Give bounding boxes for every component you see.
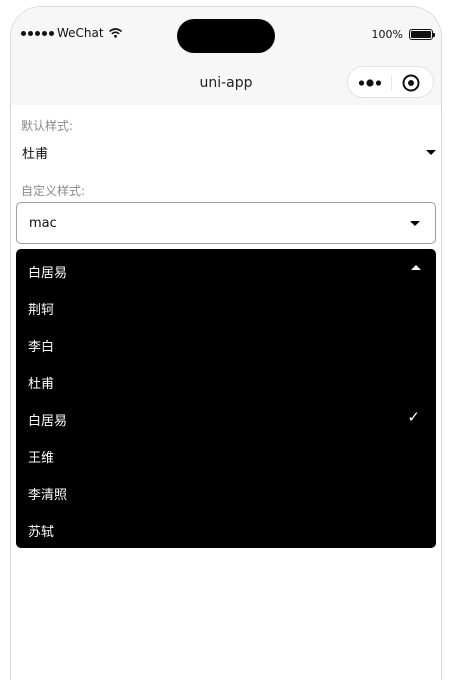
dropdown-option-selected[interactable]: 白居易 ✓	[16, 400, 436, 436]
wifi-icon	[108, 28, 122, 38]
carrier-info: WeChat	[21, 26, 122, 40]
carrier-name: WeChat	[57, 26, 104, 40]
option-label: 白居易	[28, 414, 68, 429]
default-style-label: 默认样式:	[21, 119, 74, 133]
custom-dropdown-panel: 白居易 荆轲 李白 杜甫 白居易 ✓ 王维 李清照 苏轼	[16, 249, 436, 548]
option-label: 苏轼	[28, 525, 55, 540]
close-miniprogram-icon[interactable]	[402, 74, 420, 92]
status-bar: WeChat 100%	[11, 7, 441, 62]
more-icon[interactable]	[358, 77, 382, 89]
default-select-value: 杜甫	[22, 147, 49, 162]
option-label: 荆轲	[28, 303, 55, 318]
custom-select-value: mac	[29, 216, 57, 231]
signal-icon	[21, 30, 54, 36]
dropdown-option[interactable]: 荆轲	[16, 289, 436, 325]
chevron-down-icon	[410, 221, 420, 226]
chevron-down-icon	[426, 150, 436, 155]
option-label: 王维	[28, 451, 55, 466]
dynamic-island	[177, 19, 275, 53]
custom-style-label: 自定义样式:	[21, 184, 86, 198]
dropdown-option[interactable]: 苏轼	[16, 511, 436, 547]
dropdown-option[interactable]: 杜甫	[16, 363, 436, 399]
capsule-divider	[391, 75, 392, 91]
menu-capsule	[347, 66, 434, 98]
navigation-bar: uni-app	[11, 62, 441, 105]
phone-screen: WeChat 100% uni-app 默认样式: 杜甫 自定义样式: mac …	[11, 7, 441, 680]
custom-select[interactable]: mac	[16, 202, 436, 244]
dropdown-header[interactable]: 白居易	[16, 249, 436, 287]
default-select[interactable]: 杜甫	[21, 140, 436, 164]
option-label: 李清照	[28, 488, 68, 503]
option-label: 杜甫	[28, 377, 55, 392]
option-label: 李白	[28, 340, 55, 355]
battery-icon	[409, 29, 435, 40]
dropdown-option[interactable]: 李白	[16, 326, 436, 362]
battery-percent: 100%	[371, 28, 403, 41]
checkmark-icon: ✓	[407, 408, 420, 426]
dropdown-header-value: 白居易	[28, 266, 68, 281]
chevron-up-icon	[411, 265, 421, 270]
dropdown-option[interactable]: 王维	[16, 437, 436, 473]
battery-info: 100%	[371, 28, 435, 41]
dropdown-option[interactable]: 李清照	[16, 474, 436, 510]
